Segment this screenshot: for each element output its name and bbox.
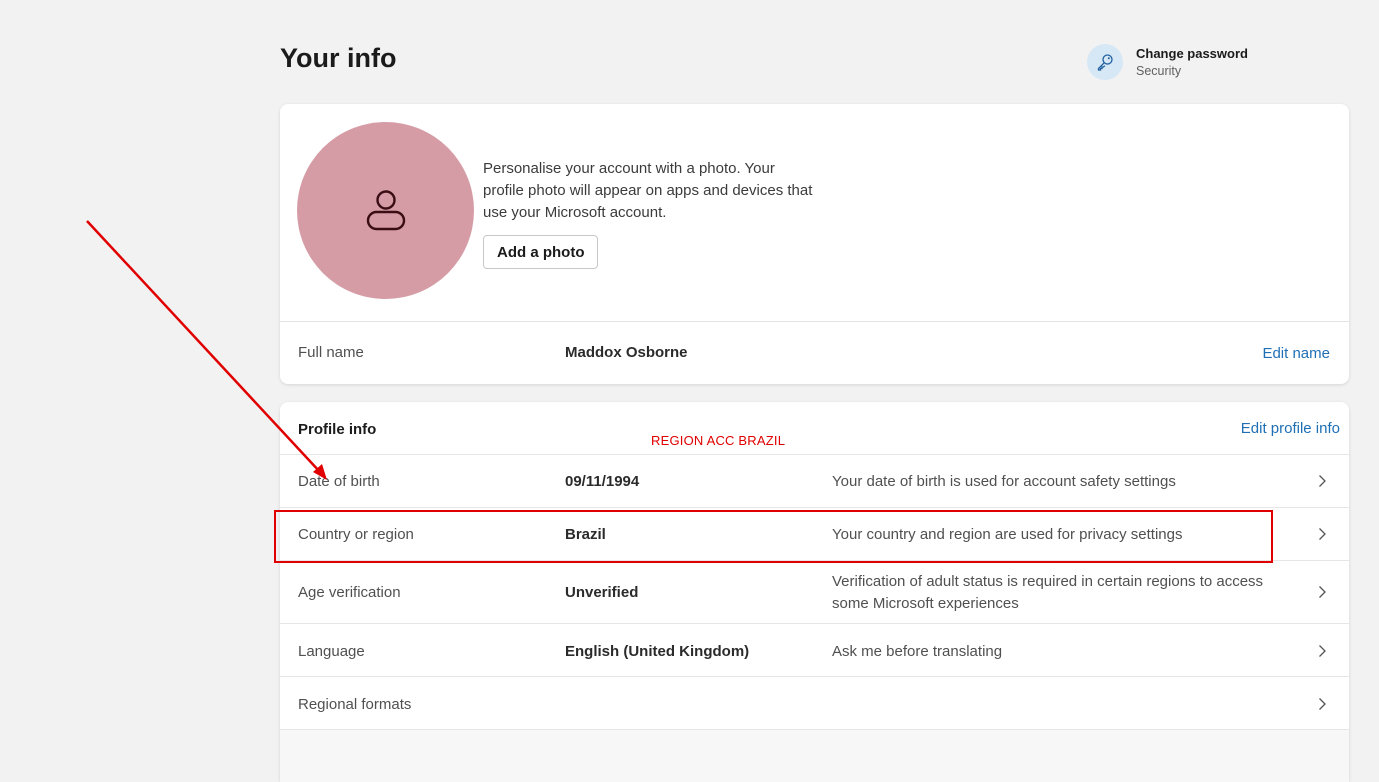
avatar[interactable]	[297, 122, 474, 299]
change-password-link[interactable]: Change password Security	[1087, 44, 1248, 80]
chevron-right-icon	[1319, 475, 1326, 487]
key-icon	[1087, 44, 1123, 80]
person-icon	[366, 189, 405, 230]
row-description: Your country and region are used for pri…	[832, 526, 1183, 543]
row-value: English (United Kingdom)	[565, 643, 750, 660]
row-label: Date of birth	[298, 473, 380, 490]
row-label: Regional formats	[298, 696, 412, 713]
change-password-label: Change password	[1136, 45, 1248, 61]
row-description: Your date of birth is used for account s…	[832, 473, 1176, 490]
full-name-value: Maddox Osborne	[565, 344, 688, 361]
row-label: Age verification	[298, 584, 401, 601]
photo-card: Personalise your account with a photo. Y…	[280, 104, 1349, 384]
add-photo-button[interactable]: Add a photo	[483, 235, 599, 269]
edit-profile-info-link[interactable]: Edit profile info	[1241, 420, 1340, 437]
profile-info-header: Profile info Edit profile info	[280, 402, 1349, 454]
full-name-label: Full name	[298, 344, 364, 361]
profile-row-country-region[interactable]: Country or region Brazil Your country an…	[280, 507, 1349, 560]
profile-row-age-verification[interactable]: Age verification Unverified Verification…	[280, 560, 1349, 623]
row-description: Verification of adult status is required…	[832, 573, 1264, 612]
chevron-right-icon	[1319, 528, 1326, 540]
annotation-label: REGION ACC BRAZIL	[651, 433, 786, 448]
row-value: Brazil	[565, 526, 606, 543]
chevron-right-icon	[1319, 586, 1326, 598]
page-title: Your info	[280, 43, 397, 73]
profile-info-card: Profile info Edit profile info Date of b…	[280, 402, 1349, 782]
chevron-right-icon	[1319, 645, 1326, 657]
edit-name-link[interactable]: Edit name	[1262, 345, 1330, 362]
full-name-row: Full name Maddox Osborne Edit name	[280, 322, 1349, 384]
profile-info-title: Profile info	[298, 421, 377, 438]
profile-row-regional-formats[interactable]: Regional formats	[280, 676, 1349, 729]
row-label: Language	[298, 643, 365, 660]
row-value: Unverified	[565, 584, 639, 601]
photo-description: Personalise your account with a photo. Y…	[483, 160, 813, 221]
profile-row-language[interactable]: Language English (United Kingdom) Ask me…	[280, 623, 1349, 676]
chevron-right-icon	[1319, 698, 1326, 710]
row-description: Ask me before translating	[832, 643, 1003, 660]
change-password-sublabel: Security	[1136, 63, 1182, 78]
row-label: Country or region	[298, 526, 414, 543]
profile-row-date-of-birth[interactable]: Date of birth 09/11/1994 Your date of bi…	[280, 454, 1349, 507]
row-value: 09/11/1994	[565, 473, 640, 490]
